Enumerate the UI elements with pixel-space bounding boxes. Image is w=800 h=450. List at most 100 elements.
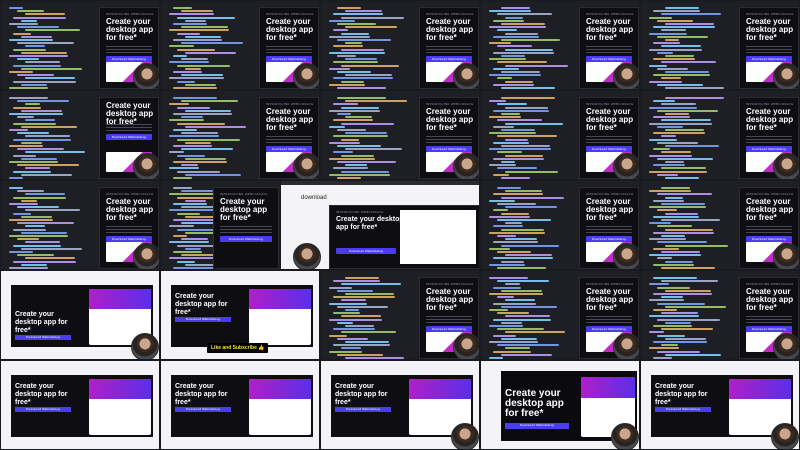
thumb-r4c5[interactable]: INTRODUCING WEBCATALOG Create your deskt… [640, 270, 800, 360]
download-button[interactable]: Download WebCatalog [220, 236, 272, 242]
download-button[interactable]: Download WebCatalog [175, 317, 231, 322]
code-line [501, 353, 552, 356]
code-line [341, 315, 381, 318]
code-line [13, 154, 36, 157]
download-button[interactable]: Download WebCatalog [15, 335, 71, 340]
thumb-r5c3[interactable]: Create your desktop app for free* Downlo… [320, 360, 480, 450]
code-line [657, 83, 703, 86]
code-line [21, 35, 52, 38]
app-screenshot [400, 210, 476, 264]
code-line [13, 228, 46, 231]
thumb-r5c4[interactable]: Create your desktop app for free* Downlo… [480, 360, 640, 450]
code-line [341, 106, 379, 109]
download-button[interactable]: Download WebCatalog [505, 423, 569, 429]
thumb-r1c3[interactable]: INTRODUCING WEBCATALOG Create your deskt… [320, 0, 480, 90]
thumb-r5c5[interactable]: Create your desktop app for free* Downlo… [640, 360, 800, 450]
code-line [501, 113, 520, 115]
code-line [173, 71, 202, 73]
code-line [497, 235, 516, 237]
promo-description [586, 226, 632, 234]
code-line [497, 45, 532, 48]
thumb-r4c3[interactable]: INTRODUCING WEBCATALOG Create your deskt… [320, 270, 480, 360]
code-line [17, 116, 34, 119]
thumb-r2c5[interactable]: INTRODUCING WEBCATALOG Create your deskt… [640, 90, 800, 180]
download-button[interactable]: Download WebCatalog [655, 407, 711, 412]
code-line [21, 19, 37, 22]
code-line [17, 58, 39, 61]
code-line [337, 337, 368, 340]
promo-description [426, 136, 472, 144]
code-line [489, 199, 515, 202]
code-line [333, 280, 380, 283]
promo-title: Create your desktop app for free* [106, 17, 154, 42]
code-line [497, 251, 531, 253]
download-button[interactable]: Download WebCatalog [175, 407, 231, 412]
code-line [497, 167, 537, 170]
thumb-r4c1[interactable]: Create your desktop app for free* Downlo… [0, 270, 160, 360]
code-line [653, 10, 700, 13]
code-line [657, 51, 673, 54]
thumb-r1c2[interactable]: INTRODUCING WEBCATALOG Create your deskt… [160, 0, 320, 90]
promo-panel: INTRODUCING WEBCATALOG Create your deskt… [329, 205, 479, 269]
code-line [657, 334, 685, 337]
code-line [657, 209, 677, 212]
code-line [505, 315, 550, 318]
subscribe-badge: Like and Subscribe 👍 [207, 343, 269, 353]
code-line [17, 42, 74, 45]
code-line [13, 138, 71, 141]
thumb-r1c1[interactable]: INTRODUCING WEBCATALOG Create your deskt… [0, 0, 160, 90]
code-line [505, 106, 548, 109]
thumb-r3c3-download-page[interactable]: download INTRODUCING WEBCATALOG Create y… [280, 180, 480, 270]
code-line [9, 235, 68, 237]
code-line [649, 48, 702, 51]
promo-eyebrow: INTRODUCING WEBCATALOG [220, 192, 268, 196]
code-line [21, 51, 67, 54]
thumb-r1c4[interactable]: INTRODUCING WEBCATALOG Create your deskt… [480, 0, 640, 90]
download-button[interactable]: Download WebCatalog [336, 248, 396, 254]
code-line [649, 331, 664, 334]
thumb-r3c1[interactable]: INTRODUCING WEBCATALOG Create your deskt… [0, 180, 160, 270]
code-line [345, 325, 374, 327]
code-line [333, 328, 375, 331]
code-line [661, 103, 696, 106]
code-line [181, 100, 238, 103]
thumb-r2c2[interactable]: INTRODUCING WEBCATALOG Create your deskt… [160, 90, 320, 180]
code-line [185, 263, 216, 266]
download-button[interactable]: Download WebCatalog [335, 407, 391, 412]
code-line [21, 125, 77, 128]
code-line [657, 302, 705, 305]
code-line [505, 283, 520, 286]
thumb-r2c1[interactable]: Create your desktop app for free* Downlo… [0, 90, 160, 180]
code-line [489, 26, 546, 29]
presenter-avatar [613, 63, 639, 89]
code-line [489, 116, 521, 119]
download-button[interactable]: Download WebCatalog [106, 134, 152, 140]
thumb-r3c5[interactable]: INTRODUCING WEBCATALOG Create your deskt… [640, 180, 800, 270]
code-line [493, 193, 543, 196]
thumb-r5c1[interactable]: Create your desktop app for free* Downlo… [0, 360, 160, 450]
thumb-r2c4[interactable]: INTRODUCING WEBCATALOG Create your deskt… [480, 90, 640, 180]
code-line [649, 122, 712, 125]
thumb-r3c4[interactable]: INTRODUCING WEBCATALOG Create your deskt… [480, 180, 640, 270]
code-line [185, 109, 231, 112]
download-button[interactable]: Download WebCatalog [15, 407, 71, 412]
code-line [25, 167, 50, 170]
code-line [493, 173, 509, 176]
thumb-r5c2[interactable]: Create your desktop app for free* Downlo… [160, 360, 320, 450]
thumb-r1c5[interactable]: INTRODUCING WEBCATALOG Create your deskt… [640, 0, 800, 90]
code-line [329, 109, 380, 112]
code-line [17, 164, 79, 167]
browser-toolbar [281, 181, 479, 185]
thumb-r4c4[interactable]: INTRODUCING WEBCATALOG Create your deskt… [480, 270, 640, 360]
code-line [653, 164, 685, 167]
code-line [329, 125, 345, 128]
code-line [653, 309, 677, 311]
promo-title: Create your desktop app for free* [586, 197, 634, 222]
code-line [181, 238, 208, 241]
thumb-r2c3[interactable]: INTRODUCING WEBCATALOG Create your deskt… [320, 90, 480, 180]
code-line [657, 173, 678, 176]
code-line [653, 74, 710, 77]
code-line [177, 228, 215, 231]
thumb-r4c2-subscribe[interactable]: Create your desktop app for free* Downlo… [160, 270, 320, 360]
code-line [501, 289, 542, 292]
